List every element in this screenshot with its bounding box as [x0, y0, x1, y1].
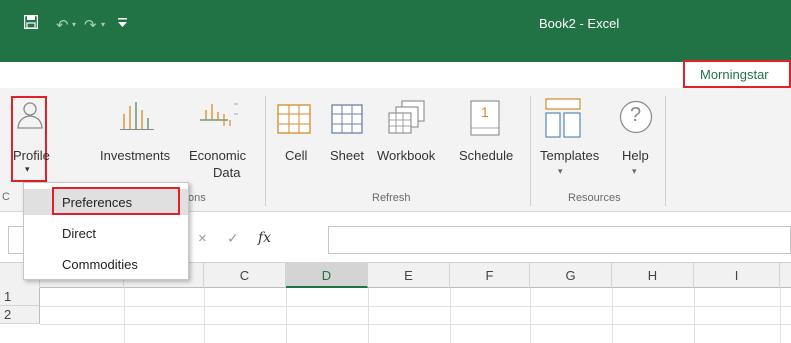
- schedule-button-label[interactable]: Schedule: [459, 148, 513, 163]
- grid-line: [124, 288, 125, 343]
- ribbon-separator: [265, 96, 266, 206]
- column-header-c[interactable]: C: [204, 263, 286, 288]
- grid-line: [40, 306, 791, 307]
- menu-item-commodities[interactable]: Commodities: [24, 251, 188, 277]
- tab-morningstar[interactable]: Morningstar: [683, 60, 791, 88]
- tab-view[interactable]: View: [629, 66, 657, 81]
- cell-button-label[interactable]: Cell: [285, 148, 307, 163]
- cell-refresh-icon[interactable]: [277, 104, 311, 134]
- formula-input[interactable]: [328, 226, 791, 254]
- ribbon-separator: [665, 96, 666, 206]
- cancel-entry-icon[interactable]: ×: [198, 230, 207, 247]
- help-button-label[interactable]: Help: [622, 148, 649, 163]
- column-header-h[interactable]: H: [612, 263, 694, 288]
- templates-icon[interactable]: [545, 98, 581, 138]
- row-header-1[interactable]: 1: [0, 288, 40, 306]
- undo-dropdown-icon[interactable]: ▾: [72, 20, 76, 29]
- group-label-resources: Resources: [568, 192, 621, 204]
- economic-button-label-1[interactable]: Economic: [189, 148, 246, 163]
- help-dropdown-icon[interactable]: ▾: [632, 166, 637, 177]
- investments-button-label[interactable]: Investments: [100, 148, 170, 163]
- grid-line: [612, 288, 613, 343]
- workbook-button-label[interactable]: Workbook: [377, 148, 435, 163]
- grid-line: [204, 288, 205, 343]
- grid-line: [530, 288, 531, 343]
- column-header-g[interactable]: G: [530, 263, 612, 288]
- ribbon-separator: [530, 96, 531, 206]
- customize-icon[interactable]: [118, 18, 127, 31]
- grid-line: [694, 288, 695, 343]
- economic-data-icon[interactable]: [200, 100, 242, 130]
- grid-line: [780, 288, 781, 343]
- menu-item-label: Direct: [62, 226, 96, 241]
- grid-line: [450, 288, 451, 343]
- tab-formulas[interactable]: Formulas: [375, 66, 429, 81]
- profile-icon[interactable]: [16, 100, 44, 130]
- templates-button-label[interactable]: Templates: [540, 148, 599, 163]
- insert-function-icon[interactable]: fx: [258, 230, 271, 246]
- tab-data[interactable]: Data: [477, 66, 504, 81]
- title-bar: ↶ ▾ ↷ ▾ Book2 - Excel: [0, 0, 791, 62]
- sheet-button-label[interactable]: Sheet: [330, 148, 364, 163]
- group-label-profile: C: [2, 191, 10, 203]
- column-header-i[interactable]: I: [694, 263, 780, 288]
- column-header-d[interactable]: D: [286, 263, 368, 288]
- row-header-2[interactable]: 2: [0, 306, 40, 324]
- group-label-refresh: Refresh: [372, 192, 411, 204]
- grid-line: [368, 288, 369, 343]
- grid-line: [40, 324, 791, 325]
- investments-icon[interactable]: [120, 100, 154, 130]
- undo-icon[interactable]: ↶: [56, 16, 69, 34]
- tab-review[interactable]: Review: [545, 66, 588, 81]
- tab-page-layout[interactable]: Page Layout: [257, 66, 330, 81]
- column-header-f[interactable]: F: [450, 263, 530, 288]
- column-header-e[interactable]: E: [368, 263, 450, 288]
- profile-button-label[interactable]: Profile: [13, 148, 50, 163]
- templates-dropdown-icon[interactable]: ▾: [558, 166, 563, 177]
- redo-icon[interactable]: ↷: [84, 16, 97, 34]
- tab-file[interactable]: File: [35, 66, 56, 81]
- group-label-data: ons: [188, 192, 206, 204]
- economic-button-label-2[interactable]: Data: [213, 165, 240, 180]
- preferences-highlight: [52, 187, 180, 215]
- menu-item-label: Commodities: [62, 257, 138, 272]
- window-title: Book2 - Excel: [539, 16, 620, 31]
- tab-home[interactable]: Home: [104, 66, 139, 81]
- grid-line: [286, 288, 287, 343]
- help-icon-glyph: ?: [630, 104, 642, 126]
- enter-entry-icon[interactable]: ✓: [227, 230, 239, 247]
- tab-morningstar-label: Morningstar: [700, 67, 769, 82]
- redo-dropdown-icon[interactable]: ▾: [101, 20, 105, 29]
- workbook-refresh-icon[interactable]: [388, 100, 426, 134]
- profile-dropdown-menu: Preferences Direct Commodities: [23, 182, 189, 280]
- schedule-icon-number: 1: [481, 104, 489, 120]
- menu-item-direct[interactable]: Direct: [24, 220, 188, 246]
- profile-dropdown-icon[interactable]: ▾: [25, 164, 30, 175]
- sheet-refresh-icon[interactable]: [331, 104, 363, 134]
- tab-insert[interactable]: Insert: [180, 66, 213, 81]
- save-icon[interactable]: [23, 14, 39, 32]
